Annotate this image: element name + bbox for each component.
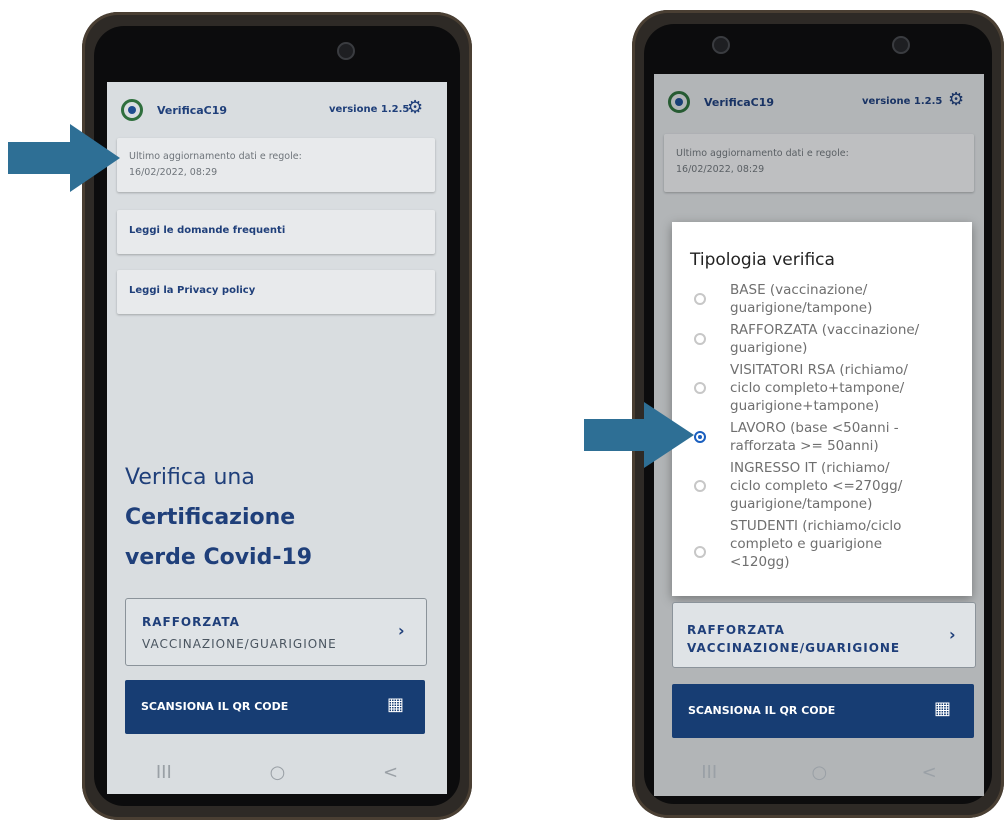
chevron-right-icon: › — [949, 625, 956, 644]
option-ingresso-line3: guarigione/tampone) — [730, 496, 873, 512]
radio-base[interactable] — [694, 293, 706, 305]
home-button[interactable]: ○ — [270, 762, 286, 783]
option-rafforzata[interactable]: RAFFORZATA (vaccinazione/ guarigione) — [672, 322, 972, 360]
option-ingresso-line2: ciclo completo <=270gg/ — [730, 478, 903, 494]
right-sensor — [892, 36, 910, 54]
scan-qr-label: SCANSIONA IL QR CODE — [688, 704, 836, 717]
recents-button[interactable]: III — [701, 762, 717, 783]
right-front-camera — [712, 36, 730, 54]
option-studenti[interactable]: STUDENTI (richiamo/ciclo completo e guar… — [672, 518, 972, 572]
mode-subtitle: VACCINAZIONE/GUARIGIONE — [142, 637, 337, 651]
option-visitatori-line2: ciclo completo+tampone/ — [730, 380, 905, 396]
option-base[interactable]: BASE (vaccinazione/ guarigione/tampone) — [672, 282, 972, 320]
version-label: versione 1.2.5 — [329, 104, 410, 115]
option-ingresso-it[interactable]: INGRESSO IT (richiamo/ ciclo completo <=… — [672, 460, 972, 514]
radio-studenti[interactable] — [694, 546, 706, 558]
android-nav-bar: III ○ < — [107, 750, 447, 794]
left-annotation-arrow — [8, 124, 120, 192]
qr-code-icon: ▦ — [387, 694, 405, 715]
recents-button[interactable]: III — [156, 762, 172, 783]
option-rafforzata-line2: guarigione) — [730, 340, 808, 356]
right-annotation-arrow — [584, 402, 694, 468]
mode-subtitle: VACCINAZIONE/GUARIGIONE — [687, 641, 901, 655]
option-lavoro-line1: LAVORO (base <50anni - — [730, 420, 899, 436]
option-rafforzata-line1: RAFFORZATA (vaccinazione/ — [730, 322, 920, 338]
option-studenti-line1: STUDENTI (richiamo/ciclo — [730, 518, 902, 534]
option-ingresso-line1: INGRESSO IT (richiamo/ — [730, 460, 890, 476]
option-visitatori-line3: guarigione+tampone) — [730, 398, 880, 414]
scan-qr-label: SCANSIONA IL QR CODE — [141, 700, 289, 713]
update-date: 16/02/2022, 08:29 — [129, 167, 218, 178]
radio-rafforzata[interactable] — [694, 333, 706, 345]
app-title: VerificaC19 — [157, 104, 228, 117]
left-front-camera — [337, 42, 355, 60]
option-visitatori-line1: VISITATORI RSA (richiamo/ — [730, 362, 908, 378]
option-studenti-line3: <120gg) — [730, 554, 790, 570]
option-base-line1: BASE (vaccinazione/ — [730, 282, 868, 298]
option-visitatori-rsa[interactable]: VISITATORI RSA (richiamo/ ciclo completo… — [672, 362, 972, 416]
mode-title: RAFFORZATA — [142, 615, 240, 629]
headline-line2: Certificazione — [125, 505, 296, 530]
faq-button[interactable]: Leggi le domande frequenti — [117, 210, 435, 254]
headline: Verifica una Certificazione verde Covid-… — [125, 458, 312, 578]
headline-line3: verde Covid-19 — [125, 545, 313, 570]
scan-qr-button[interactable]: SCANSIONA IL QR CODE ▦ — [672, 684, 974, 738]
android-nav-bar: III ○ < — [654, 750, 984, 794]
back-button[interactable]: < — [383, 762, 398, 783]
home-button[interactable]: ○ — [812, 762, 828, 783]
privacy-label: Leggi la Privacy policy — [129, 285, 256, 296]
mode-title: RAFFORZATA — [687, 623, 785, 637]
dialog-title: Tipologia verifica — [690, 250, 835, 270]
right-screen: VerificaC19 versione 1.2.5 ⚙ Ultimo aggi… — [654, 74, 984, 796]
chevron-right-icon: › — [398, 621, 405, 640]
radio-lavoro-selected[interactable] — [694, 431, 706, 443]
gear-icon[interactable]: ⚙ — [407, 99, 423, 117]
privacy-button[interactable]: Leggi la Privacy policy — [117, 270, 435, 314]
scan-qr-button[interactable]: SCANSIONA IL QR CODE ▦ — [125, 680, 425, 734]
update-label: Ultimo aggiornamento dati e regole: — [129, 151, 302, 162]
back-button[interactable]: < — [922, 762, 937, 783]
qr-code-icon: ▦ — [934, 698, 952, 719]
left-screen: VerificaC19 versione 1.2.5 ⚙ Ultimo aggi… — [107, 82, 447, 794]
option-studenti-line2: completo e guarigione — [730, 536, 883, 552]
option-lavoro[interactable]: LAVORO (base <50anni - rafforzata >= 50a… — [672, 420, 972, 458]
option-base-line2: guarigione/tampone) — [730, 300, 873, 316]
verification-type-dialog: Tipologia verifica BASE (vaccinazione/ g… — [672, 222, 972, 596]
verification-mode-selector[interactable]: RAFFORZATA VACCINAZIONE/GUARIGIONE › — [672, 602, 976, 668]
left-phone: VerificaC19 versione 1.2.5 ⚙ Ultimo aggi… — [82, 12, 472, 820]
radio-visitatori-rsa[interactable] — [694, 382, 706, 394]
verificac19-logo-icon — [121, 99, 143, 121]
app-bar: VerificaC19 versione 1.2.5 ⚙ — [107, 82, 447, 138]
option-lavoro-line2: rafforzata >= 50anni) — [730, 438, 879, 454]
faq-label: Leggi le domande frequenti — [129, 225, 286, 236]
update-info-card: Ultimo aggiornamento dati e regole: 16/0… — [117, 138, 435, 192]
verification-mode-selector[interactable]: RAFFORZATA VACCINAZIONE/GUARIGIONE › — [125, 598, 427, 666]
radio-ingresso-it[interactable] — [694, 480, 706, 492]
headline-line1: Verifica una — [125, 465, 255, 490]
